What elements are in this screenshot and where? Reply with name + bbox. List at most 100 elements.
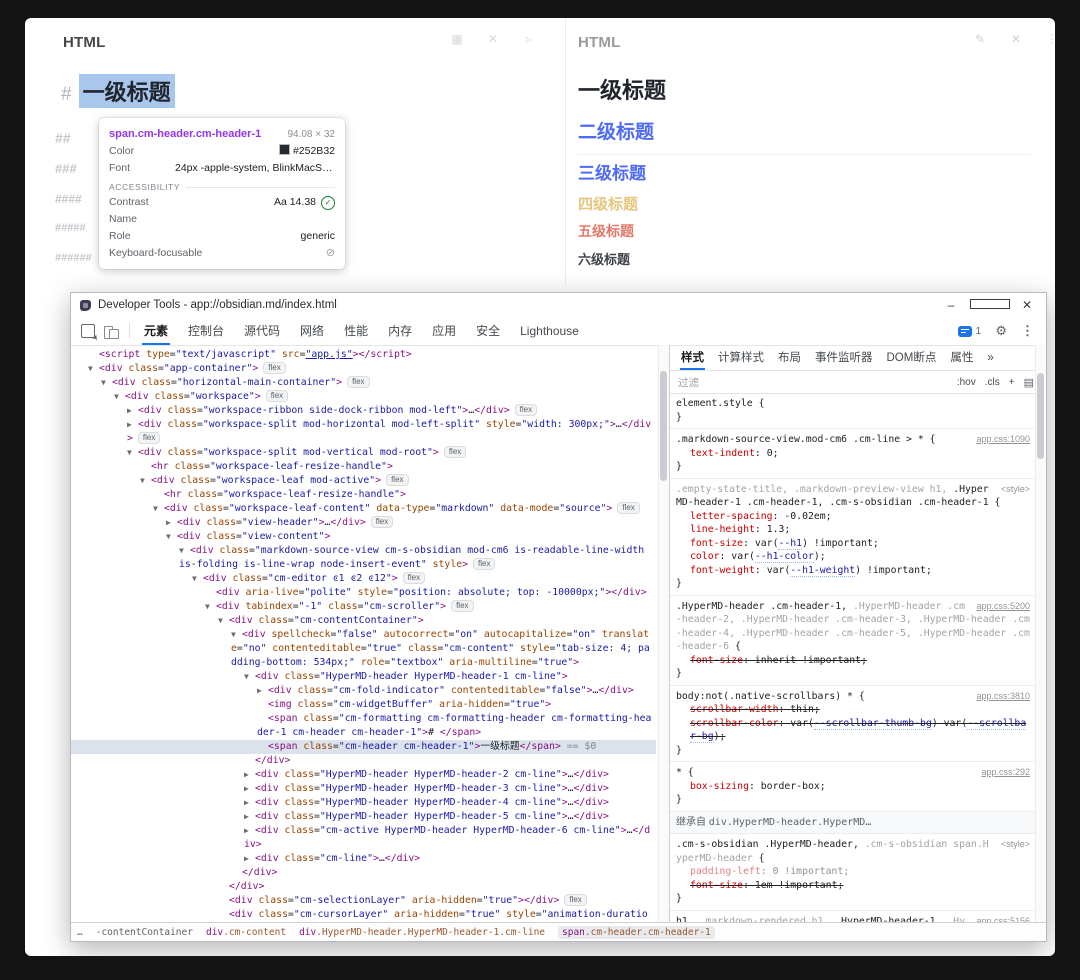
styles-tool-[interactable]: + bbox=[1009, 377, 1015, 388]
pane-action-icon[interactable]: ▦ bbox=[450, 32, 464, 46]
css-source-link[interactable]: app.css:292 bbox=[981, 766, 1030, 780]
dom-tree-node[interactable]: <span class="cm-formatting cm-formatting… bbox=[71, 712, 656, 740]
dom-tree-node[interactable]: </div> bbox=[71, 880, 656, 894]
css-source-link[interactable]: <style> bbox=[1001, 838, 1030, 852]
styles-tool-hov[interactable]: :hov bbox=[957, 377, 976, 388]
dom-tree-node[interactable]: ▼ <div class="cm-editor ͼ1 ͼ2 ͼ12"> flex bbox=[71, 572, 656, 586]
devtools-tab-7[interactable]: 应用 bbox=[422, 318, 466, 345]
devtools-tab-1[interactable]: 元素 bbox=[134, 318, 178, 345]
dom-tree-node[interactable]: ▶ <div class="view-header">…</div> flex bbox=[71, 516, 656, 530]
styles-tool-cls[interactable]: .cls bbox=[985, 377, 1000, 388]
css-selector[interactable]: element.style { bbox=[676, 397, 1030, 411]
styles-tab-4[interactable]: 事件监听器 bbox=[808, 346, 880, 370]
styles-filter-input[interactable]: 过滤 bbox=[678, 375, 699, 390]
dom-tree-node[interactable]: <div class="cm-cursorLayer" aria-hidden=… bbox=[71, 908, 656, 923]
breadcrumb-item[interactable]: div.HyperMD-header.HyperMD-header-1.cm-l… bbox=[299, 927, 545, 938]
css-selector[interactable]: app.css:292 * { bbox=[676, 766, 1030, 780]
elements-scrollbar[interactable] bbox=[658, 345, 669, 923]
dom-tree-node[interactable]: ▶ <div class="cm-fold-indicator" contente… bbox=[71, 684, 656, 698]
dom-tree-node-selected[interactable]: <span class="cm-header cm-header-1">一级标题… bbox=[71, 740, 656, 754]
breadcrumb-item[interactable]: span.cm-header.cm-header-1 bbox=[558, 925, 715, 939]
dom-tree-node[interactable]: ▶ <div class="HyperMD-header HyperMD-head… bbox=[71, 796, 656, 810]
dom-tree-node[interactable]: ▼ <div class="view-content"> bbox=[71, 530, 656, 544]
css-property[interactable]: font-size: var(--h1) !important; bbox=[676, 537, 1030, 551]
css-property[interactable]: font-weight: var(--h1-weight) !important… bbox=[676, 564, 1030, 578]
dom-tree-node[interactable]: ▼ <div class="horizontal-main-container">… bbox=[71, 376, 656, 390]
dom-tree-node[interactable]: ▼ <div spellcheck="false" autocorrect="on… bbox=[71, 628, 656, 670]
dom-tree-node[interactable]: </div> bbox=[71, 866, 656, 880]
styles-tab-5[interactable]: DOM断点 bbox=[880, 346, 944, 370]
devtools-tab-4[interactable]: 网络 bbox=[290, 318, 334, 345]
dom-tree-node[interactable]: ▼ <div tabindex="-1" class="cm-scroller">… bbox=[71, 600, 656, 614]
pane-action-icon[interactable]: ▹ bbox=[522, 32, 536, 46]
device-toolbar-icon[interactable] bbox=[104, 325, 119, 339]
devtools-titlebar[interactable]: Developer Tools - app://obsidian.md/inde… bbox=[71, 293, 1046, 317]
devtools-tab-3[interactable]: 源代码 bbox=[234, 318, 290, 345]
styles-tab-3[interactable]: 布局 bbox=[771, 346, 808, 370]
scrollbar-thumb[interactable] bbox=[660, 371, 667, 481]
dom-tree-node[interactable]: ▶ <div class="cm-active HyperMD-header Hy… bbox=[71, 824, 656, 852]
css-property[interactable]: color: var(--h1-color); bbox=[676, 550, 1030, 564]
styles-tab-6[interactable]: 属性 bbox=[943, 346, 980, 370]
dom-tree-node[interactable]: ▶ <div class="workspace-split mod-horizon… bbox=[71, 418, 656, 446]
settings-gear-icon[interactable]: ⚙ bbox=[995, 323, 1007, 339]
styles-tab-2[interactable]: 计算样式 bbox=[711, 346, 771, 370]
dom-tree-node[interactable]: ▶ <div class="HyperMD-header HyperMD-head… bbox=[71, 782, 656, 796]
pane-action-icon[interactable]: ✎ bbox=[973, 32, 987, 46]
css-property[interactable]: box-sizing: border-box; bbox=[676, 780, 1030, 794]
close-button[interactable]: ✕ bbox=[1008, 293, 1046, 317]
devtools-tab-9[interactable]: Lighthouse bbox=[510, 318, 589, 345]
dom-tree-node[interactable]: ▼ <div class="workspace"> flex bbox=[71, 390, 656, 404]
dom-tree-node[interactable]: ▼ <div class="cm-contentContainer"> bbox=[71, 614, 656, 628]
dom-tree-node[interactable]: ▼ <div class="workspace-leaf mod-active">… bbox=[71, 474, 656, 488]
dom-tree-node[interactable]: ▶ <div class="workspace-ribbon side-dock-… bbox=[71, 404, 656, 418]
dom-tree-node[interactable]: ▼ <div class="workspace-leaf-content" dat… bbox=[71, 502, 656, 516]
styles-scrollbar[interactable] bbox=[1035, 345, 1046, 923]
breadcrumb-item[interactable]: -contentContainer bbox=[96, 927, 193, 938]
css-selector[interactable]: <style> .empty-state-title, .markdown-pre… bbox=[676, 483, 1030, 510]
pane-action-icon[interactable]: ✕ bbox=[1009, 32, 1023, 46]
devtools-tab-2[interactable]: 控制台 bbox=[178, 318, 234, 345]
styles-tab-1[interactable]: 样式 bbox=[674, 346, 711, 370]
styles-tab-7[interactable]: » bbox=[980, 346, 1000, 370]
css-property[interactable]: scrollbar-width: thin; bbox=[676, 703, 1030, 717]
css-property[interactable]: line-height: 1.3; bbox=[676, 523, 1030, 537]
css-source-link[interactable]: app.css:3810 bbox=[976, 690, 1030, 704]
css-property[interactable]: padding-left: 0 !important; bbox=[676, 865, 1030, 879]
css-property[interactable]: font-size: inherit !important; bbox=[676, 654, 1030, 668]
scrollbar-thumb[interactable] bbox=[1037, 373, 1044, 459]
dom-tree-node[interactable]: <hr class="workspace-leaf-resize-handle"… bbox=[71, 488, 656, 502]
css-property[interactable]: font-size: 1em !important; bbox=[676, 879, 1030, 893]
css-selector[interactable]: app.css:1090 .markdown-source-view.mod-cm… bbox=[676, 433, 1030, 447]
dom-tree-node[interactable]: ▶ <div class="HyperMD-header HyperMD-head… bbox=[71, 768, 656, 782]
css-property[interactable]: letter-spacing: -0.02em; bbox=[676, 510, 1030, 524]
pane-action-icon[interactable]: ⋮ bbox=[1045, 32, 1055, 46]
more-options-icon[interactable]: ⋮ bbox=[1021, 323, 1034, 339]
css-selector[interactable]: app.css:3810 body:not(.native-scrollbars)… bbox=[676, 690, 1030, 704]
pane-action-icon[interactable]: ✕ bbox=[486, 32, 500, 46]
dom-tree-node[interactable]: <div aria-live="polite" style="position:… bbox=[71, 586, 656, 600]
dom-tree-node[interactable]: <div class="cm-selectionLayer" aria-hidd… bbox=[71, 894, 656, 908]
dom-tree-node[interactable]: ▶ <div class="HyperMD-header HyperMD-head… bbox=[71, 810, 656, 824]
css-source-link[interactable]: app.css:5200 bbox=[976, 600, 1030, 614]
dom-tree-node[interactable]: ▼ <div class="app-container"> flex bbox=[71, 362, 656, 376]
devtools-tab-8[interactable]: 安全 bbox=[466, 318, 510, 345]
dom-tree-node[interactable]: ▼ <div class="markdown-source-view cm-s-o… bbox=[71, 544, 656, 572]
dom-tree-node[interactable]: ▼ <div class="HyperMD-header HyperMD-head… bbox=[71, 670, 656, 684]
inspected-heading-text[interactable]: 一级标题 bbox=[78, 74, 175, 108]
dom-tree-node[interactable]: <img class="cm-widgetBuffer" aria-hidden… bbox=[71, 698, 656, 712]
dom-tree-node[interactable]: <script type="text/javascript" src="app.… bbox=[71, 348, 656, 362]
dom-tree-node[interactable]: <hr class="workspace-leaf-resize-handle"… bbox=[71, 460, 656, 474]
breadcrumb-item[interactable]: … bbox=[77, 927, 83, 938]
maximize-button[interactable] bbox=[970, 293, 1010, 317]
css-source-link[interactable]: <style> bbox=[1001, 483, 1030, 497]
element-states-panel-icon[interactable]: ▤ bbox=[1024, 376, 1034, 389]
dom-tree-node[interactable]: ▼ <div class="workspace-split mod-vertica… bbox=[71, 446, 656, 460]
css-selector[interactable]: <style> .cm-s-obsidian .HyperMD-header, .… bbox=[676, 838, 1030, 865]
source-heading-line[interactable]: # 一级标题 bbox=[61, 74, 175, 108]
css-property[interactable]: scrollbar-color: var(--scrollbar-thumb-b… bbox=[676, 717, 1030, 744]
devtools-tab-5[interactable]: 性能 bbox=[334, 318, 378, 345]
css-property[interactable]: text-indent: 0; bbox=[676, 447, 1030, 461]
css-source-link[interactable]: app.css:1090 bbox=[976, 433, 1030, 447]
devtools-tab-6[interactable]: 内存 bbox=[378, 318, 422, 345]
